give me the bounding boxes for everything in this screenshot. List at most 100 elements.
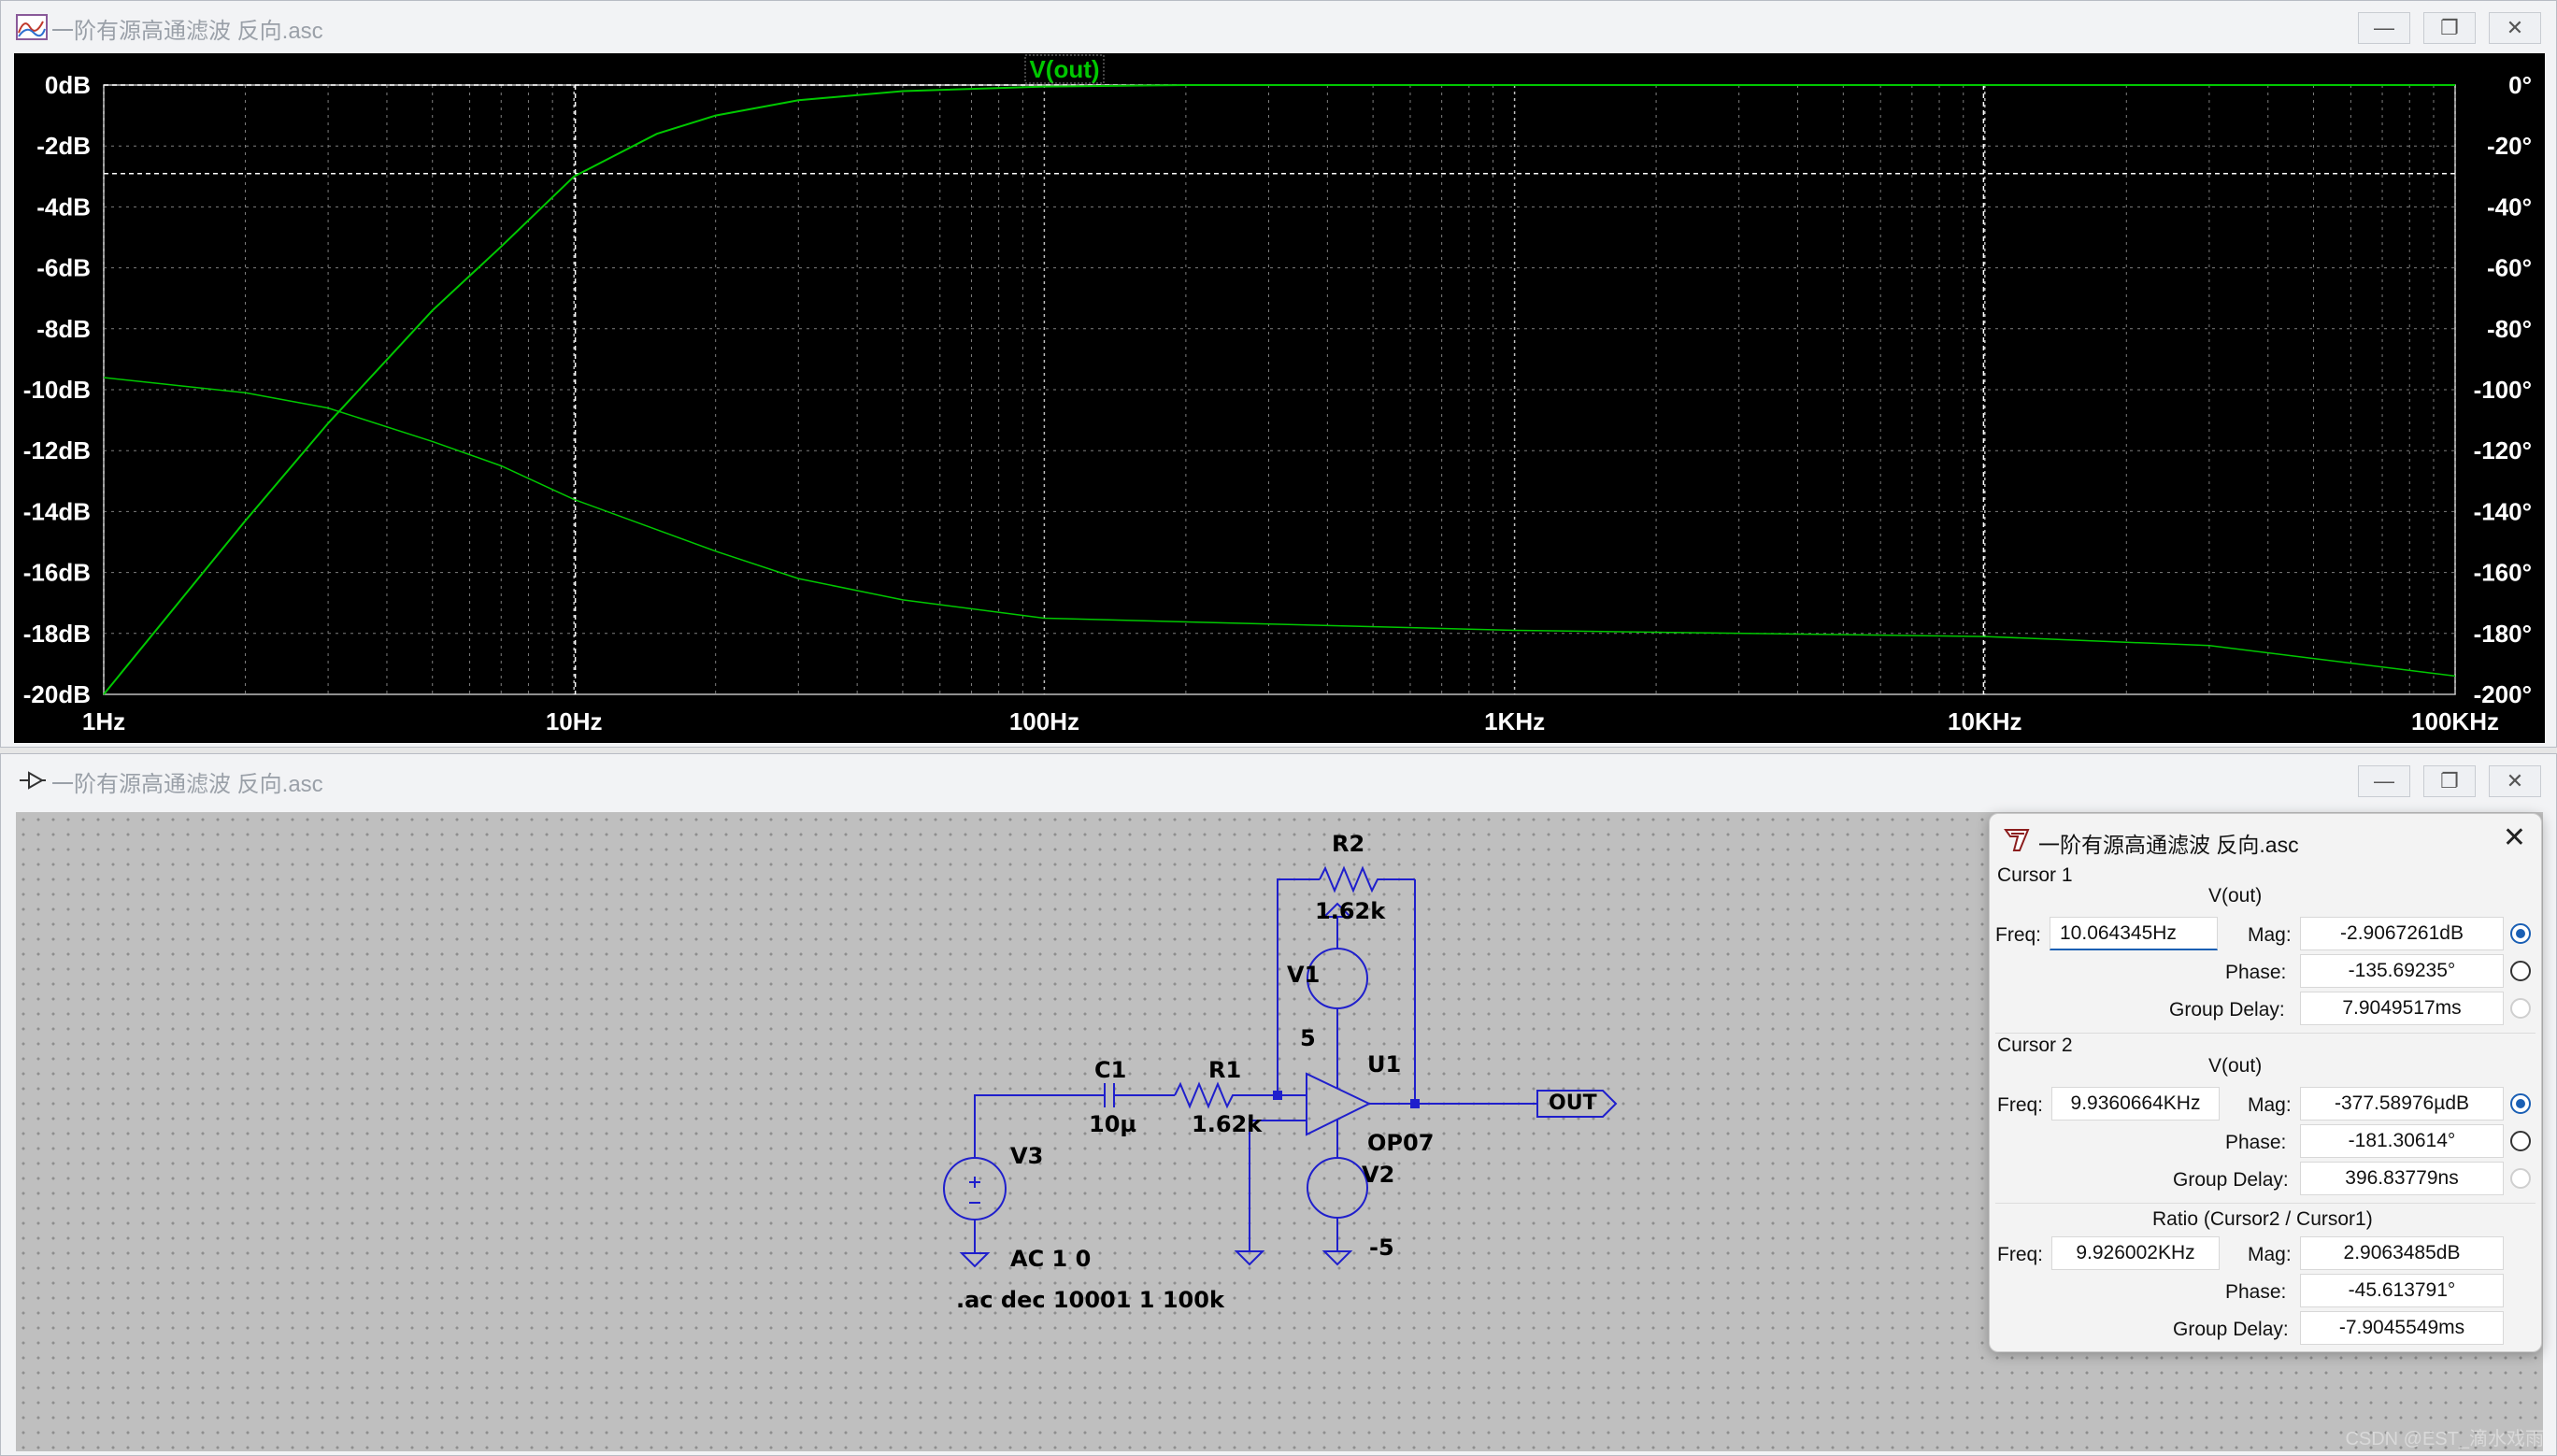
x-tick-label: 1KHz bbox=[1484, 707, 1545, 735]
ratio-mag-field[interactable]: 2.9063485dB bbox=[2300, 1236, 2504, 1270]
cursor1-header: Cursor 1 bbox=[1997, 864, 2073, 886]
trace-phase bbox=[103, 377, 2456, 678]
y-left-tick-label: -6dB bbox=[36, 254, 91, 282]
ratio-mag-label: Mag: bbox=[2248, 1244, 2292, 1265]
c1-name-label[interactable]: C1 bbox=[1094, 1057, 1126, 1083]
ratio-gd-label: Group Delay: bbox=[2173, 1319, 2289, 1340]
restore-icon: ❐ bbox=[2440, 769, 2459, 792]
divider bbox=[1995, 1033, 2536, 1034]
cursor2-gd-label: Group Delay: bbox=[2173, 1169, 2289, 1191]
schematic-titlebar[interactable]: 一阶有源高通滤波 反向.asc — ❐ ✕ bbox=[1, 754, 2556, 807]
cursor1-mag-label: Mag: bbox=[2248, 924, 2292, 946]
ratio-phase-label: Phase: bbox=[2225, 1281, 2287, 1303]
v2-name-label[interactable]: V2 bbox=[1362, 1162, 1394, 1188]
cursor1-trace: V(out) bbox=[2208, 885, 2263, 906]
y-right-tick-label: -40° bbox=[2487, 193, 2532, 221]
waveform-plot-pane[interactable]: 1Hz 10Hz 100Hz 1KHz 10KHz 100KHz 0dB 0° -2dB -20°… bbox=[14, 53, 2545, 743]
y-right-tick-label: -100° bbox=[2474, 376, 2532, 404]
y-left-tick-label: -16dB bbox=[23, 559, 91, 587]
dialog-close-button[interactable]: ✕ bbox=[2503, 821, 2526, 854]
cursor2-mag-label: Mag: bbox=[2248, 1094, 2292, 1116]
divider bbox=[1995, 1203, 2536, 1204]
cursor2-mag-radio[interactable] bbox=[2510, 1093, 2531, 1114]
cursor1-mag-field[interactable]: -2.9067261dB bbox=[2300, 917, 2504, 950]
y-left-tick-label: -14dB bbox=[23, 497, 91, 525]
ratio-phase-field[interactable]: -45.613791° bbox=[2300, 1274, 2504, 1307]
c1-value-label[interactable]: 10µ bbox=[1089, 1111, 1136, 1137]
y-right-tick-label: 0° bbox=[2508, 71, 2532, 99]
cursor1-phase-field[interactable]: -135.69235° bbox=[2300, 954, 2504, 988]
ratio-freq-field[interactable]: 9.926002KHz bbox=[2051, 1236, 2220, 1270]
cursor2-gd-radio[interactable] bbox=[2510, 1168, 2531, 1189]
cursor1-phase-radio[interactable] bbox=[2510, 961, 2531, 981]
v1-value-label[interactable]: 5 bbox=[1300, 1025, 1316, 1051]
y-right-tick-label: -80° bbox=[2487, 315, 2532, 343]
cursor2-header: Cursor 2 bbox=[1997, 1035, 2073, 1056]
cursor1-gd-field[interactable]: 7.9049517ms bbox=[2300, 992, 2504, 1025]
maximize-button[interactable]: ❐ bbox=[2423, 765, 2476, 797]
resistor-r2-symbol bbox=[1319, 865, 1415, 893]
y-left-tick-label: -4dB bbox=[36, 193, 91, 221]
close-icon: ✕ bbox=[2506, 16, 2524, 39]
cursor1-gd-radio[interactable] bbox=[2510, 998, 2531, 1019]
cursor2-phase-field[interactable]: -181.30614° bbox=[2300, 1124, 2504, 1158]
bode-plot[interactable]: 1Hz 10Hz 100Hz 1KHz 10KHz 100KHz 0dB 0° -2dB -20°… bbox=[14, 53, 2545, 743]
ratio-gd-field[interactable]: -7.9045549ms bbox=[2300, 1311, 2504, 1345]
cursor-dialog: 一阶有源高通滤波 反向.asc ✕ Cursor 1 V(out) Freq: … bbox=[1989, 813, 2542, 1352]
close-button[interactable]: ✕ bbox=[2489, 765, 2541, 797]
cursor2-phase-radio[interactable] bbox=[2510, 1131, 2531, 1151]
y-left-tick-label: -12dB bbox=[23, 436, 91, 464]
waveform-app-icon bbox=[16, 14, 48, 40]
cursor2-trace: V(out) bbox=[2208, 1055, 2263, 1077]
resistor-r1-symbol bbox=[1174, 1081, 1278, 1109]
y-left-tick-label: -18dB bbox=[23, 620, 91, 648]
v3-name-label[interactable]: V3 bbox=[1010, 1143, 1043, 1169]
x-tick-label: 100KHz bbox=[2411, 707, 2499, 735]
out-port-label[interactable]: OUT bbox=[1549, 1092, 1597, 1115]
maximize-button[interactable]: ❐ bbox=[2423, 12, 2476, 44]
trace-title: V(out) bbox=[1029, 55, 1099, 83]
ratio-header: Ratio (Cursor2 / Cursor1) bbox=[2152, 1208, 2373, 1230]
restore-icon: ❐ bbox=[2440, 16, 2459, 39]
minimize-icon: — bbox=[2374, 16, 2394, 39]
v1-name-label[interactable]: V1 bbox=[1287, 962, 1320, 988]
u1-model-label[interactable]: OP07 bbox=[1367, 1130, 1434, 1156]
x-tick-label: 100Hz bbox=[1009, 707, 1079, 735]
x-tick-label: 10Hz bbox=[546, 707, 603, 735]
x-tick-label: 1Hz bbox=[82, 707, 125, 735]
y-left-tick-label: 0dB bbox=[45, 71, 91, 99]
y-right-tick-label: -140° bbox=[2474, 497, 2532, 525]
schematic-app-icon bbox=[20, 771, 46, 790]
cursor1-mag-radio[interactable] bbox=[2510, 923, 2531, 944]
y-right-tick-label: -60° bbox=[2487, 254, 2532, 282]
cursor1-freq-field[interactable]: 10.064345Hz bbox=[2050, 917, 2218, 950]
minimize-button[interactable]: — bbox=[2358, 12, 2410, 44]
y-right-tick-label: -180° bbox=[2474, 620, 2532, 648]
wire-noninverting-to-gnd bbox=[1234, 1120, 1307, 1266]
y-right-tick-label: -200° bbox=[2474, 680, 2532, 708]
cursor1-gd-label: Group Delay: bbox=[2169, 999, 2285, 1021]
r1-name-label[interactable]: R1 bbox=[1208, 1057, 1241, 1083]
v2-value-label[interactable]: -5 bbox=[1369, 1235, 1394, 1261]
v3-value-label[interactable]: AC 1 0 bbox=[1010, 1246, 1091, 1272]
r1-value-label[interactable]: 1.62k bbox=[1192, 1111, 1262, 1137]
minimize-icon: — bbox=[2374, 769, 2394, 792]
close-button[interactable]: ✕ bbox=[2489, 12, 2541, 44]
r2-name-label[interactable]: R2 bbox=[1332, 831, 1364, 857]
v3-source-symbol bbox=[943, 1157, 1007, 1220]
y-left-tick-label: -8dB bbox=[36, 315, 91, 343]
minimize-button[interactable]: — bbox=[2358, 765, 2410, 797]
cursor2-mag-field[interactable]: -377.58976µdB bbox=[2300, 1087, 2504, 1121]
capacitor-c1-symbol bbox=[1093, 1083, 1175, 1107]
cursor2-gd-field[interactable]: 396.83779ns bbox=[2300, 1162, 2504, 1195]
ac-analysis-directive[interactable]: .ac dec 10001 1 100k bbox=[956, 1287, 1224, 1313]
u1-name-label[interactable]: U1 bbox=[1367, 1051, 1401, 1078]
close-icon: ✕ bbox=[2502, 822, 2526, 853]
y-left-tick-label: -10dB bbox=[23, 376, 91, 404]
ltspice-logo-icon bbox=[2004, 829, 2030, 851]
waveform-titlebar[interactable]: 一阶有源高通滤波 反向.asc — ❐ ✕ bbox=[1, 1, 2556, 53]
cursor2-freq-field[interactable]: 9.9360664KHz bbox=[2051, 1087, 2220, 1121]
r2-value-label[interactable]: 1.62k bbox=[1315, 898, 1385, 924]
y-left-tick-label: -20dB bbox=[23, 680, 91, 708]
y-right-tick-label: -120° bbox=[2474, 436, 2532, 464]
